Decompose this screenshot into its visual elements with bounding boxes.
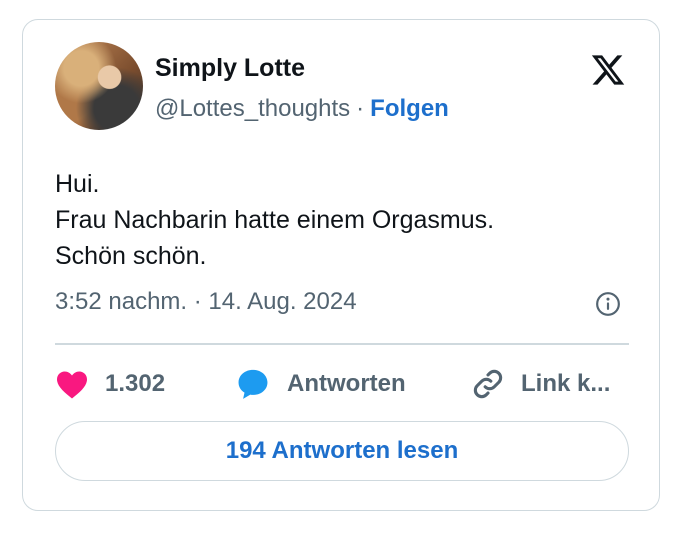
tweet-line: Schön schön.	[55, 242, 207, 270]
heart-icon	[57, 371, 87, 399]
copy-link-button[interactable]: Link k...	[471, 366, 610, 402]
tweet-text: Hui. Frau Nachbarin hatte einem Orgasmus…	[55, 166, 494, 274]
like-button[interactable]: 1.302	[55, 366, 165, 402]
speech-bubble-icon	[238, 369, 268, 399]
handle-row: @Lottes_thoughts · Folgen	[155, 95, 449, 123]
info-icon[interactable]	[595, 291, 621, 317]
reply-button[interactable]: Antworten	[235, 366, 406, 402]
author-name[interactable]: Simply Lotte	[155, 54, 305, 83]
reply-label: Antworten	[287, 370, 406, 397]
avatar[interactable]	[55, 42, 143, 130]
read-replies-label: 194 Antworten lesen	[225, 437, 459, 464]
follow-link[interactable]: Folgen	[370, 95, 449, 122]
link-icon	[473, 369, 503, 399]
tweet-line: Frau Nachbarin hatte einem Orgasmus.	[55, 206, 495, 234]
tweet-timestamp[interactable]: 3:52 nachm. · 14. Aug. 2024	[55, 288, 357, 316]
tweet-line: Hui.	[55, 170, 100, 198]
separator-dot: ·	[356, 95, 365, 122]
divider	[55, 343, 629, 345]
read-replies-button[interactable]: 194 Antworten lesen	[55, 421, 629, 481]
tweet-card: Simply Lotte @Lottes_thoughts · Folgen Hui…	[22, 19, 660, 511]
author-handle[interactable]: @Lottes_thoughts	[155, 95, 350, 122]
copy-link-label: Link k...	[521, 370, 611, 397]
like-count: 1.302	[105, 370, 166, 397]
x-logo-icon[interactable]	[589, 52, 627, 88]
